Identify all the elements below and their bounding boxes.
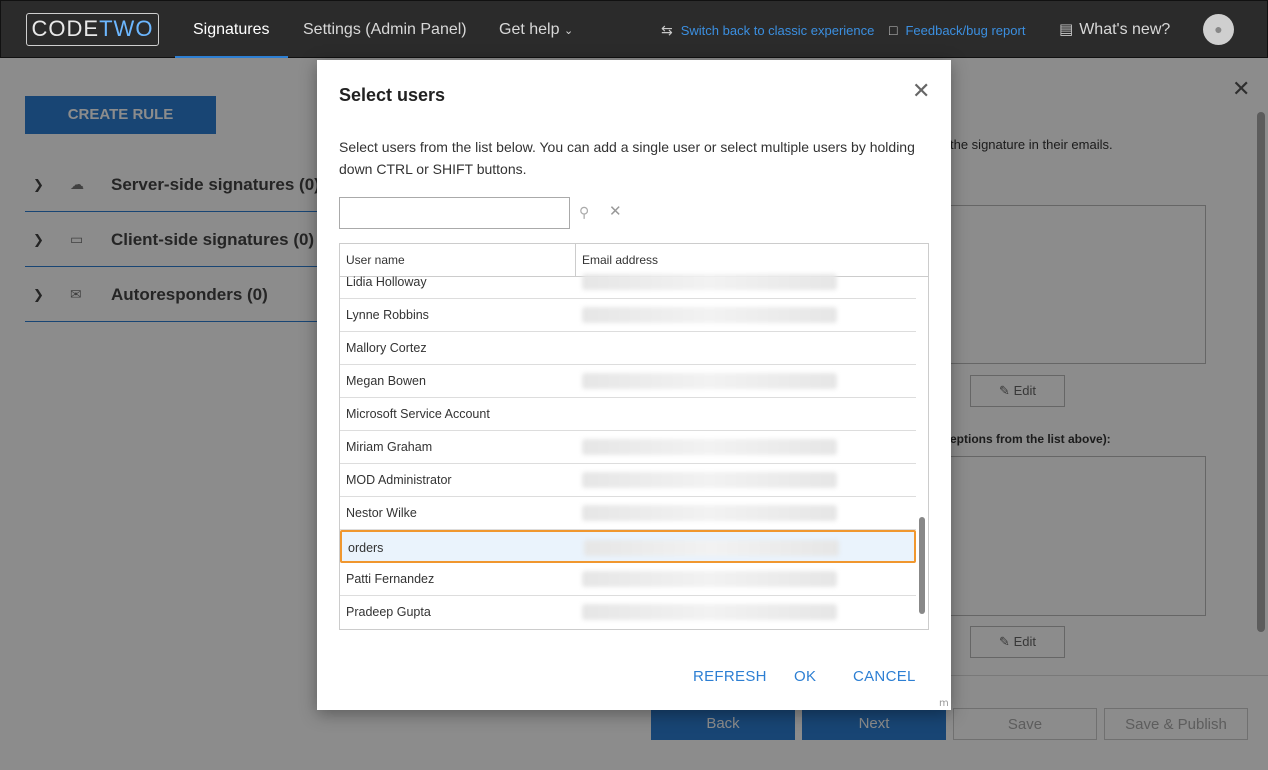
tab-settings-admin-panel[interactable]: Settings (Admin Panel) [285, 1, 485, 59]
user-name-cell: Patti Fernandez [346, 572, 435, 586]
feedback-icon: □ [889, 22, 898, 38]
email-cell-redacted [582, 373, 837, 389]
codetwo-logo[interactable]: CODETWO [26, 13, 159, 46]
table-scrollbar[interactable] [919, 517, 925, 614]
table-row[interactable]: Patti Fernandez [340, 563, 916, 596]
cancel-button[interactable]: CANCEL [853, 668, 916, 685]
table-row[interactable]: Lidia Holloway [340, 266, 916, 299]
user-name-cell: Mallory Cortez [346, 341, 427, 355]
table-row-selected[interactable]: orders [340, 530, 916, 563]
tab-get-help[interactable]: Get help ⌄ [481, 1, 591, 59]
search-icon[interactable]: ⚲ [579, 204, 589, 221]
user-name-cell: Microsoft Service Account [346, 407, 490, 421]
refresh-button[interactable]: REFRESH [693, 668, 767, 685]
table-row[interactable]: Pradeep Gupta [340, 596, 916, 629]
user-name-cell: Pradeep Gupta [346, 605, 431, 619]
user-name-cell: Megan Bowen [346, 374, 426, 388]
table-body: Lidia Holloway Lynne Robbins Mallory Cor… [340, 274, 928, 629]
whats-new-label: What's new? [1079, 21, 1171, 38]
table-row[interactable]: Miriam Graham [340, 431, 916, 464]
table-row[interactable]: MOD Administrator [340, 464, 916, 497]
user-name-cell: Nestor Wilke [346, 506, 417, 520]
search-input[interactable] [339, 197, 570, 229]
table-row[interactable]: Microsoft Service Account [340, 398, 916, 431]
table-row[interactable]: Nestor Wilke [340, 497, 916, 530]
ok-button[interactable]: OK [794, 668, 816, 685]
clear-search-icon[interactable]: ✕ [609, 202, 622, 220]
feedback-label: Feedback/bug report [905, 23, 1026, 38]
dialog-title: Select users [339, 85, 446, 105]
switch-classic-link[interactable]: ⇆ Switch back to classic experience [661, 1, 874, 59]
user-name-cell: Lynne Robbins [346, 308, 429, 322]
email-cell-redacted [582, 472, 837, 488]
chevron-down-icon: ⌄ [563, 25, 574, 37]
get-help-label: Get help [499, 21, 560, 38]
email-cell-redacted [584, 540, 839, 556]
news-icon: ▤ [1059, 21, 1074, 38]
select-users-dialog: Select users ✕ Select users from the lis… [317, 60, 951, 710]
table-row[interactable]: Lynne Robbins [340, 299, 916, 332]
user-avatar-icon[interactable]: ● [1203, 14, 1234, 45]
email-cell-redacted [582, 274, 837, 290]
whats-new-link[interactable]: ▤ What's new? [1059, 1, 1170, 59]
user-name-cell: MOD Administrator [346, 473, 452, 487]
user-name-cell: Lidia Holloway [346, 275, 427, 289]
dialog-description: Select users from the list below. You ca… [339, 139, 915, 177]
email-cell-redacted [582, 307, 837, 323]
resize-handle-icon[interactable]: ⅿ [939, 698, 949, 709]
feedback-link[interactable]: □ Feedback/bug report [889, 1, 1025, 59]
email-cell-redacted [582, 604, 837, 620]
user-name-cell: orders [348, 541, 384, 555]
tab-signatures[interactable]: Signatures [175, 1, 288, 59]
users-table: User name Email address Lidia Holloway L… [339, 243, 929, 630]
top-navigation-bar: CODETWO Signatures Settings (Admin Panel… [0, 0, 1268, 59]
switch-icon: ⇆ [661, 22, 673, 38]
close-icon[interactable]: ✕ [912, 78, 930, 104]
email-cell-redacted [582, 439, 837, 455]
table-row[interactable]: Mallory Cortez [340, 332, 916, 365]
email-cell-redacted [582, 505, 837, 521]
switch-classic-label: Switch back to classic experience [680, 23, 875, 38]
user-name-cell: Miriam Graham [346, 440, 433, 454]
email-cell-redacted [582, 571, 837, 587]
table-row[interactable]: Megan Bowen [340, 365, 916, 398]
